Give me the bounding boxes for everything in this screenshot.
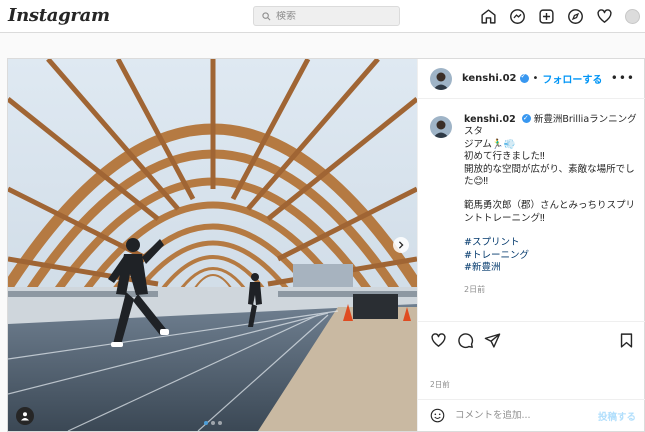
person-icon	[21, 412, 29, 421]
post-sidebar: kenshi.02 • フォローする ••• kenshi.02 新豊洲Bril…	[417, 59, 645, 431]
post-caption: kenshi.02 新豊洲Brilliaランニングスタ ジアム🏃‍♂️💨 初めて…	[430, 112, 640, 297]
comment-icon[interactable]	[457, 332, 474, 349]
chevron-right-icon	[398, 241, 404, 249]
post-date[interactable]: 2日前	[430, 379, 450, 390]
explore-icon[interactable]	[567, 8, 584, 25]
caption-timestamp[interactable]: 2日前	[464, 284, 640, 296]
search-icon	[262, 11, 271, 20]
caption-line: 開放的な空間が広がり、素敵な場所でし	[464, 163, 635, 175]
hashtag-link[interactable]: #新豊洲	[464, 262, 640, 274]
new-post-icon[interactable]	[538, 8, 555, 25]
like-heart-icon[interactable]	[430, 332, 447, 349]
caption-avatar[interactable]	[430, 116, 452, 138]
comment-composer: 投稿する	[418, 399, 645, 431]
tagged-users-button[interactable]	[16, 407, 34, 425]
post-card: kenshi.02 • フォローする ••• kenshi.02 新豊洲Bril…	[7, 58, 645, 432]
caption-line: 範馬勇次郎（郡）さんとみっちりスプリ	[464, 200, 636, 212]
post-actions	[418, 321, 645, 361]
nav-icons	[480, 8, 642, 25]
search-input[interactable]	[276, 10, 386, 22]
carousel-dot	[211, 421, 215, 425]
profile-avatar[interactable]	[625, 8, 642, 25]
caption-line: 初めて行きました‼︎	[464, 151, 545, 163]
caption-line: ントトレーニング‼︎	[464, 212, 545, 224]
post-photo[interactable]	[8, 59, 417, 431]
save-bookmark-icon[interactable]	[618, 332, 635, 349]
hashtag-link[interactable]: #スプリント	[464, 237, 640, 249]
verified-badge-icon	[521, 112, 531, 124]
messenger-icon[interactable]	[509, 8, 526, 25]
follow-button[interactable]: フォローする	[542, 71, 602, 86]
post-comment-button[interactable]: 投稿する	[598, 409, 636, 423]
verified-badge-icon	[519, 72, 529, 83]
author-avatar[interactable]	[430, 67, 452, 90]
caption-username[interactable]: kenshi.02	[464, 114, 516, 125]
caption-line: ジアム🏃‍♂️💨	[464, 138, 516, 150]
caption-line: た😊‼︎	[464, 176, 489, 188]
author-username[interactable]: kenshi.02	[462, 73, 517, 84]
comment-input[interactable]	[455, 410, 585, 421]
caption-first-line: kenshi.02 新豊洲Brilliaランニングスタ	[464, 112, 640, 139]
more-options-button[interactable]: •••	[611, 71, 635, 85]
instagram-logo[interactable]: Instagram	[8, 5, 110, 26]
carousel-next-button[interactable]	[393, 237, 409, 253]
share-send-icon[interactable]	[484, 332, 501, 349]
carousel-indicator	[204, 421, 222, 425]
separator: •	[532, 73, 539, 84]
search-box[interactable]	[253, 6, 400, 26]
carousel-dot	[218, 421, 222, 425]
activity-heart-icon[interactable]	[596, 8, 613, 25]
top-navigation-bar: Instagram	[0, 0, 645, 33]
emoji-icon[interactable]	[430, 408, 445, 423]
home-icon[interactable]	[480, 8, 497, 25]
hashtag-link[interactable]: #トレーニング	[464, 250, 640, 262]
post-header: kenshi.02 • フォローする •••	[418, 59, 645, 99]
carousel-dot	[204, 421, 208, 425]
